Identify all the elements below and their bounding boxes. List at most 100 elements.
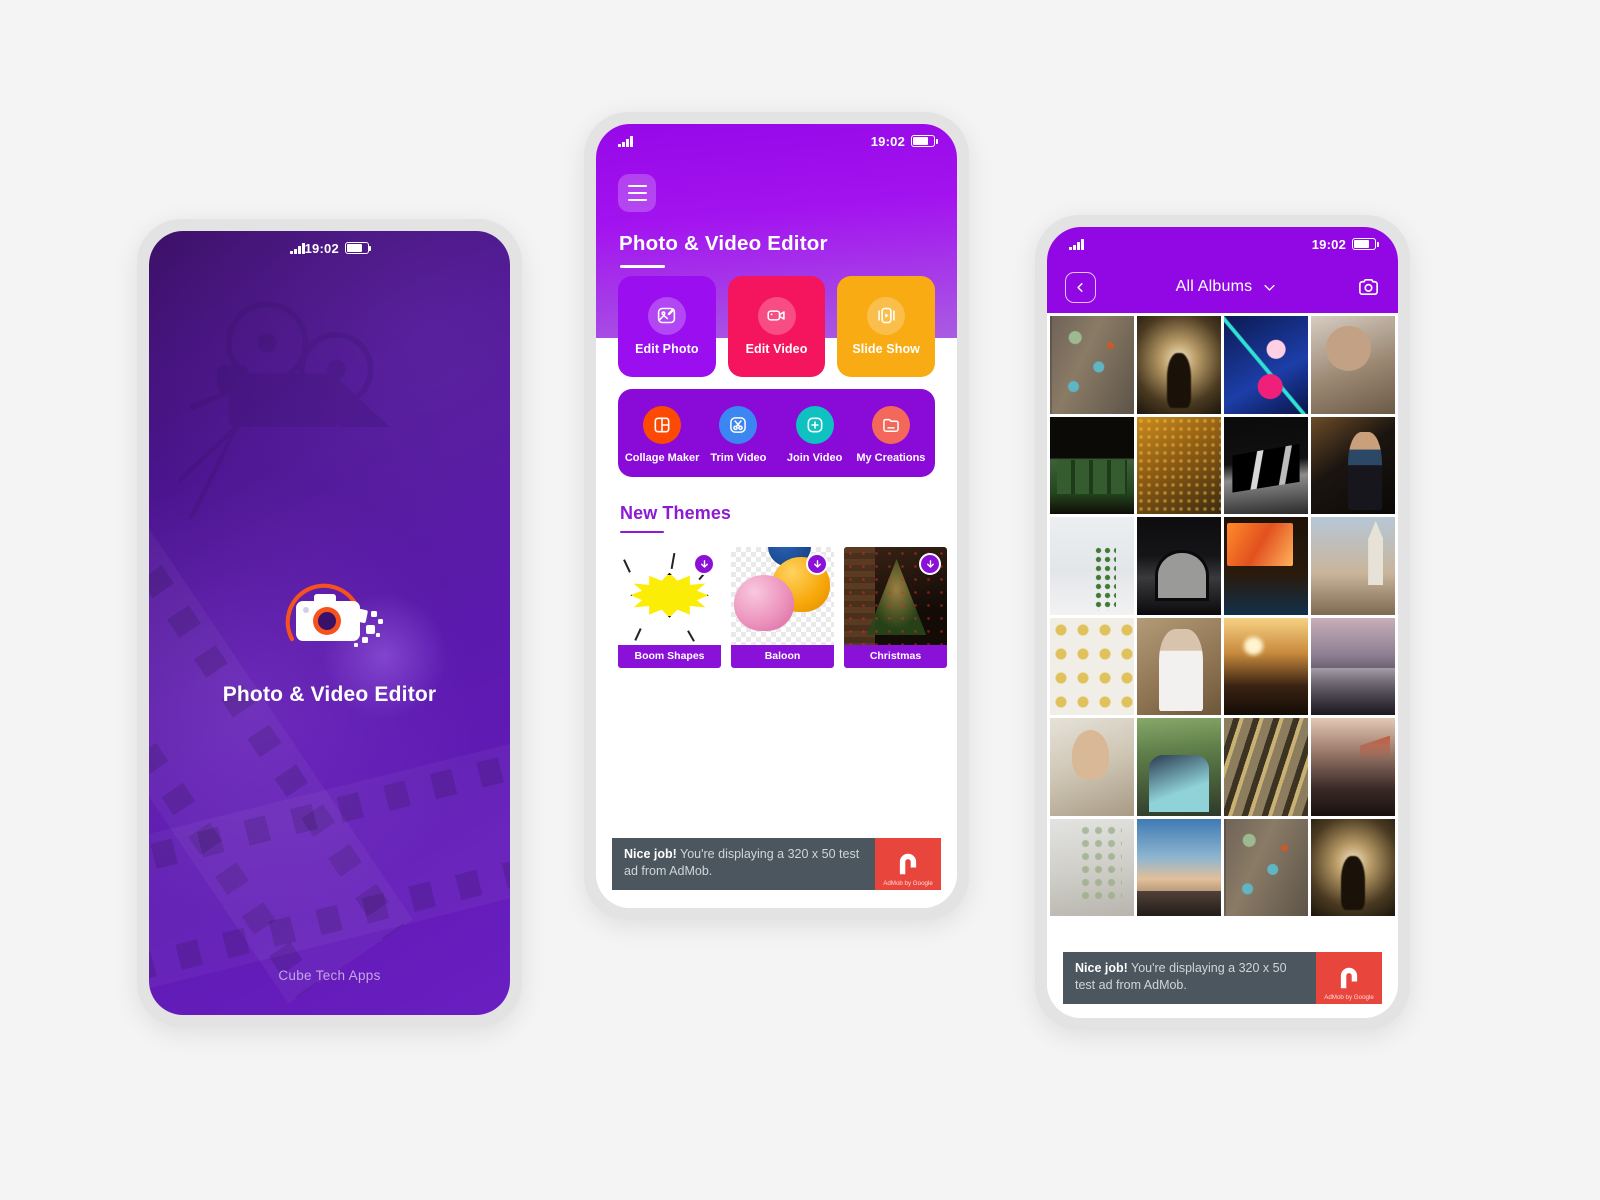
theme-label: Christmas <box>844 645 947 669</box>
albums-layout: 19:02 All Albums Nice job! You're displa… <box>1047 227 1398 1018</box>
battery-icon <box>911 135 938 147</box>
photo-cell[interactable] <box>1224 517 1308 615</box>
join-video-label: Join Video <box>786 451 843 464</box>
theme-label: Baloon <box>731 645 834 669</box>
slide-show-icon <box>867 296 906 335</box>
photo-cell[interactable] <box>1224 718 1308 816</box>
edit-photo-icon <box>647 296 686 335</box>
title-underline <box>620 265 665 268</box>
status-bar: 19:02 <box>1047 227 1398 261</box>
photo-grid[interactable] <box>1047 313 1398 920</box>
admob-caption: AdMob by Google <box>883 880 933 887</box>
admob-logo: AdMob by Google <box>1316 952 1382 1004</box>
photo-cell[interactable] <box>1050 818 1134 917</box>
photo-cell[interactable] <box>1311 517 1395 615</box>
signal-icon <box>618 135 633 147</box>
primary-action-cards: Edit Photo Edit Video Slide Show <box>596 275 957 377</box>
photo-cell[interactable] <box>1311 818 1395 917</box>
photo-cell[interactable] <box>1050 718 1134 816</box>
trim-video-button[interactable]: Trim Video <box>700 405 776 464</box>
admob-caption: AdMob by Google <box>1324 994 1374 1001</box>
edit-photo-label: Edit Photo <box>635 341 699 356</box>
admob-mark-icon <box>899 853 917 875</box>
status-time: 19:02 <box>1311 236 1346 252</box>
phone-mockup-home: 19:02 Photo & Video Editor Edit Photo Ed… <box>584 112 969 920</box>
photo-cell[interactable] <box>1050 617 1134 716</box>
hamburger-menu-icon[interactable] <box>618 174 656 212</box>
collage-maker-button[interactable]: Collage Maker <box>624 405 700 464</box>
splash-logo-block: Photo & Video Editor <box>149 569 510 707</box>
albums-ad-wrapper: Nice job! You're displaying a 320 x 50 t… <box>1047 952 1398 1018</box>
admob-headline: Nice job! <box>624 847 677 861</box>
albums-screen: 19:02 All Albums Nice job! You're displa… <box>1047 227 1398 1018</box>
plus-square-icon <box>795 405 834 444</box>
photo-cell[interactable] <box>1311 718 1395 816</box>
photo-cell[interactable] <box>1311 416 1395 515</box>
admob-text: Nice job! You're displaying a 320 x 50 t… <box>1063 952 1316 1004</box>
new-themes-title: New Themes <box>620 502 732 523</box>
back-button[interactable] <box>1065 271 1096 303</box>
splash-title: Photo & Video Editor <box>222 683 437 706</box>
status-bar: 19:02 <box>596 124 957 158</box>
chevron-left-icon <box>1077 282 1083 292</box>
theme-thumbnail <box>618 547 721 646</box>
photo-cell[interactable] <box>1137 517 1221 615</box>
edit-video-card[interactable]: Edit Video <box>727 275 826 377</box>
splash-background: 19:02 Photo & Video Editor Cube Tech App… <box>149 231 510 1015</box>
my-creations-button[interactable]: My Creations <box>853 405 929 464</box>
chevron-down-icon <box>1264 284 1275 291</box>
my-creations-label: My Creations <box>856 451 926 464</box>
photo-cell[interactable] <box>1137 416 1221 515</box>
admob-text: Nice job! You're displaying a 320 x 50 t… <box>612 838 875 890</box>
photo-cell[interactable] <box>1311 617 1395 716</box>
edit-photo-card[interactable]: Edit Photo <box>618 275 716 377</box>
admob-mark-icon <box>1340 967 1358 989</box>
photo-cell[interactable] <box>1050 416 1134 515</box>
camera-logo <box>285 583 383 647</box>
edit-video-label: Edit Video <box>745 341 808 356</box>
photo-cell[interactable] <box>1137 718 1221 816</box>
admob-headline: Nice job! <box>1075 961 1128 975</box>
home-screen: 19:02 Photo & Video Editor Edit Photo Ed… <box>596 124 957 908</box>
signal-icon <box>290 242 305 254</box>
collage-icon <box>643 405 682 444</box>
photo-cell[interactable] <box>1137 617 1221 716</box>
theme-card[interactable]: Baloon <box>731 547 834 669</box>
themes-carousel[interactable]: Boom Shapes Baloon Christmas <box>596 533 957 669</box>
scissors-icon <box>719 405 758 444</box>
photo-cell[interactable] <box>1137 316 1221 414</box>
photo-cell[interactable] <box>1137 818 1221 917</box>
theme-thumbnail <box>844 547 947 646</box>
theme-card[interactable]: Boom Shapes <box>618 547 721 669</box>
slide-show-card[interactable]: Slide Show <box>837 275 936 377</box>
album-title: All Albums <box>1175 278 1253 295</box>
album-selector[interactable]: All Albums <box>1096 278 1357 296</box>
theme-thumbnail <box>731 547 834 646</box>
new-themes-heading: New Themes <box>620 503 957 534</box>
tools-panel: Collage Maker Trim Video Join Video My C… <box>618 388 935 477</box>
photo-cell[interactable] <box>1311 316 1395 414</box>
join-video-button[interactable]: Join Video <box>777 405 853 464</box>
movie-projector-icon <box>179 301 390 519</box>
admob-banner[interactable]: Nice job! You're displaying a 320 x 50 t… <box>1063 952 1382 1004</box>
edit-video-icon <box>757 296 796 335</box>
photo-cell[interactable] <box>1224 416 1308 515</box>
photo-cell[interactable] <box>1224 617 1308 716</box>
status-time: 19:02 <box>304 240 339 256</box>
theme-card[interactable]: Christmas <box>844 547 947 669</box>
photo-cell[interactable] <box>1224 818 1308 917</box>
photo-cell[interactable] <box>1224 316 1308 414</box>
trim-video-label: Trim Video <box>710 451 767 464</box>
battery-icon <box>344 242 372 254</box>
home-layout: 19:02 Photo & Video Editor Edit Photo Ed… <box>596 124 957 908</box>
photo-cell[interactable] <box>1050 316 1134 414</box>
admob-logo: AdMob by Google <box>875 838 941 890</box>
albums-toolbar: All Albums <box>1047 261 1398 313</box>
phone-mockup-splash: 19:02 Photo & Video Editor Cube Tech App… <box>137 219 522 1027</box>
home-ad-wrapper: Nice job! You're displaying a 320 x 50 t… <box>596 838 957 908</box>
theme-label: Boom Shapes <box>618 645 721 669</box>
camera-icon[interactable] <box>1357 276 1380 299</box>
admob-banner[interactable]: Nice job! You're displaying a 320 x 50 t… <box>612 838 941 890</box>
photo-cell[interactable] <box>1050 517 1134 615</box>
